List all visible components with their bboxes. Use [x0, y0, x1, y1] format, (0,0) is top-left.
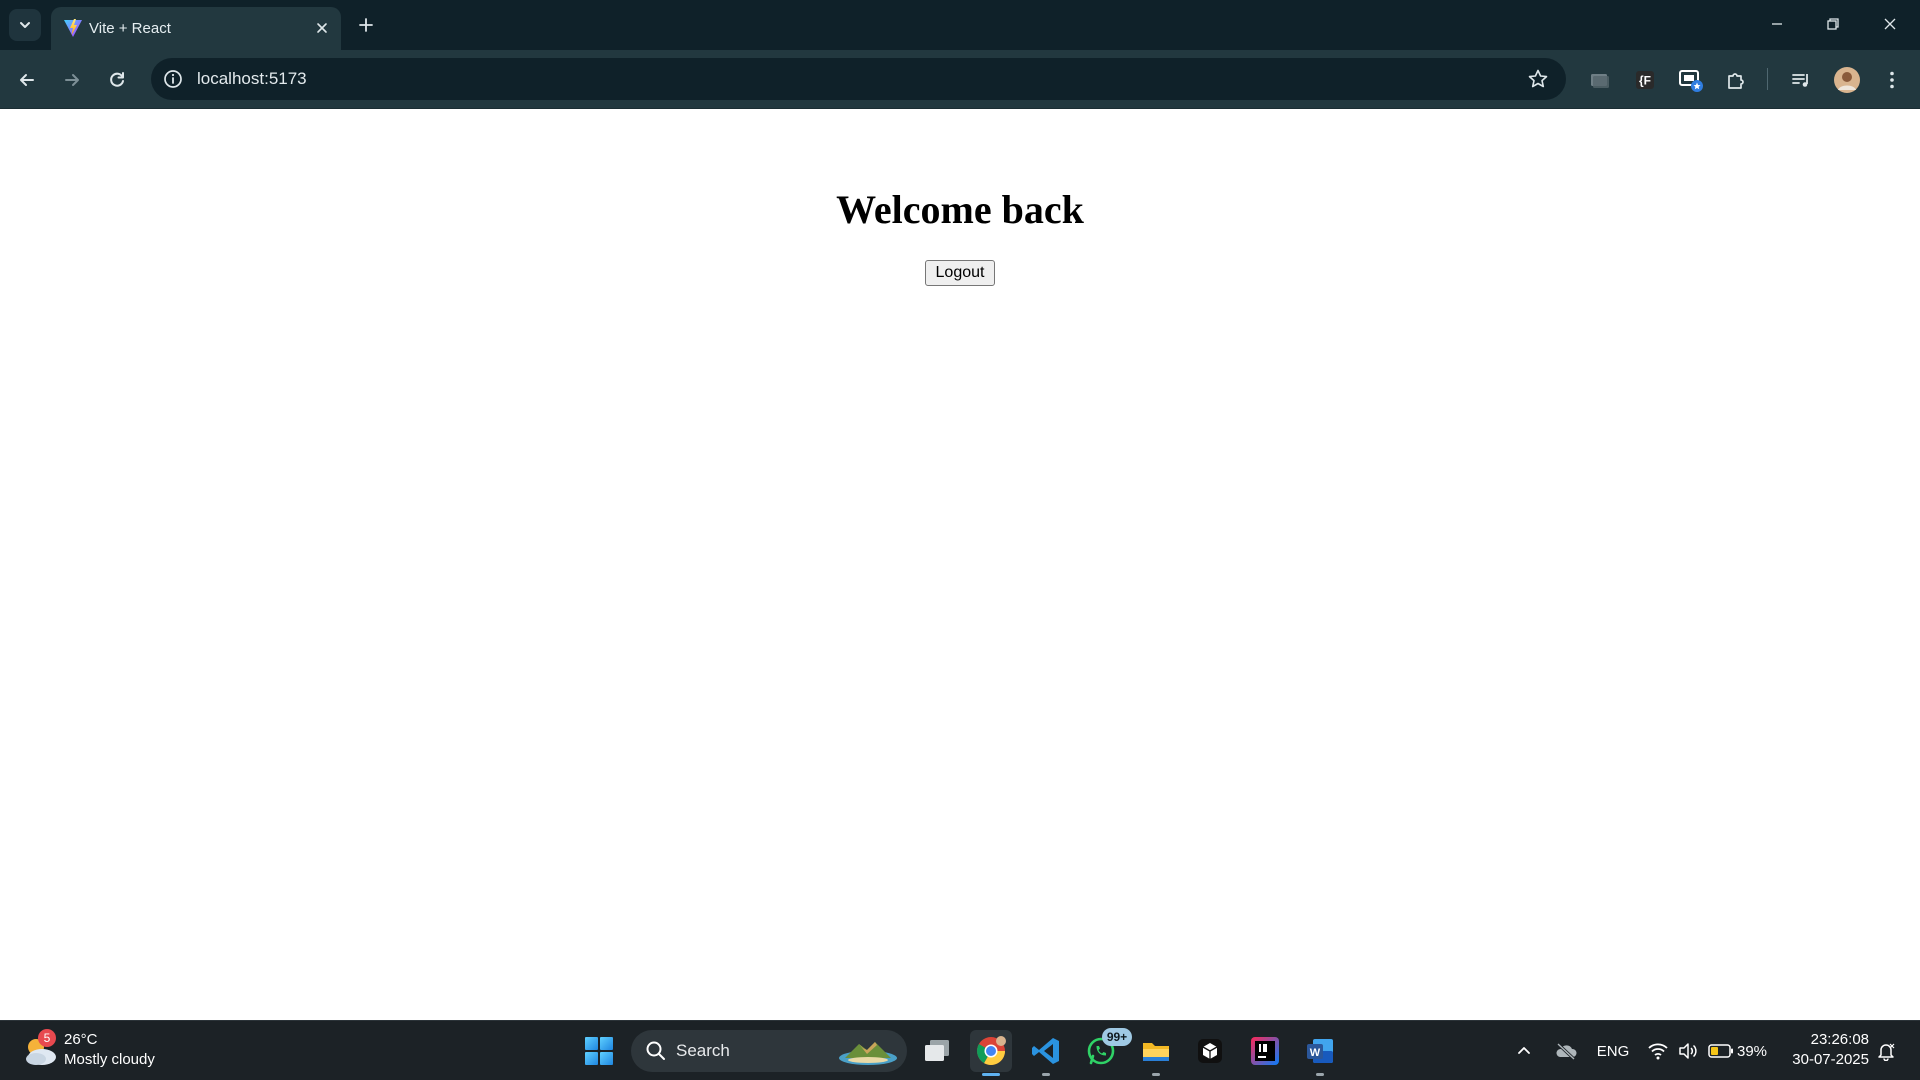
- search-icon: [646, 1041, 665, 1060]
- wifi-icon: [1648, 1043, 1668, 1060]
- search-label: Search: [676, 1041, 730, 1060]
- taskbar-intellij[interactable]: [1244, 1030, 1286, 1072]
- volume-icon: [1679, 1043, 1697, 1059]
- browser-menu-button[interactable]: [1877, 65, 1907, 95]
- weather-alert-badge: 5: [38, 1029, 56, 1047]
- reload-button[interactable]: [100, 63, 134, 97]
- task-view-icon: [925, 1040, 949, 1061]
- bookmark-button[interactable]: [1526, 67, 1550, 91]
- avatar: [1834, 67, 1860, 93]
- search-highlight-art: [839, 1042, 897, 1065]
- restore-icon: [1827, 18, 1839, 30]
- show-hidden-icons-button[interactable]: [1512, 1037, 1536, 1065]
- cloud-offline-icon: [1556, 1042, 1577, 1061]
- weather-description: Mostly cloudy: [64, 1051, 155, 1068]
- svg-text:{F: {F: [1639, 74, 1651, 88]
- battery-status[interactable]: 39%: [1708, 1037, 1772, 1065]
- site-info-button[interactable]: [161, 67, 185, 91]
- close-icon: [1884, 18, 1896, 30]
- back-button[interactable]: [10, 63, 44, 97]
- page-title: Welcome back: [836, 187, 1084, 232]
- taskbar-task-view[interactable]: [916, 1030, 958, 1072]
- clock-time: 23:26:08: [1810, 1031, 1869, 1048]
- url-text[interactable]: localhost:5173: [197, 69, 307, 89]
- browser-toolbar: localhost:5173 {F: [0, 50, 1920, 109]
- taskbar: 5 26°C Mostly cloudy Search 99+ W ENG 39…: [0, 1020, 1920, 1080]
- window-icon: [1591, 74, 1609, 88]
- kebab-menu-icon: [1890, 71, 1894, 89]
- language-indicator[interactable]: ENG: [1593, 1037, 1633, 1065]
- address-bar[interactable]: localhost:5173: [151, 58, 1566, 100]
- forward-button[interactable]: [55, 63, 89, 97]
- vscode-icon: [1032, 1038, 1059, 1064]
- tab-close-button[interactable]: [311, 17, 333, 39]
- taskbar-search[interactable]: Search: [631, 1030, 907, 1072]
- page-viewport: Welcome back Logout: [0, 110, 1920, 1020]
- puzzle-icon: [1728, 73, 1744, 89]
- chevron-down-icon: [20, 22, 30, 28]
- taskbar-word[interactable]: W: [1299, 1030, 1341, 1076]
- taskbar-chrome[interactable]: [970, 1030, 1012, 1076]
- media-controls-button[interactable]: [1786, 65, 1816, 95]
- extension-f-button[interactable]: {F: [1630, 65, 1660, 95]
- close-window-button[interactable]: [1872, 8, 1908, 40]
- battery-percent: 39%: [1737, 1042, 1768, 1060]
- taskbar-box-app[interactable]: [1189, 1030, 1231, 1072]
- new-tab-button[interactable]: [352, 11, 380, 39]
- f-extension-icon: {F: [1636, 71, 1654, 89]
- notification-bell-icon: [1878, 1043, 1895, 1061]
- browser-tab[interactable]: Vite + React: [51, 7, 341, 50]
- notification-center-button[interactable]: [1873, 1037, 1899, 1065]
- reload-icon: [110, 72, 124, 87]
- windows-start-icon[interactable]: [583, 1035, 615, 1067]
- extensions-button[interactable]: [1721, 65, 1751, 95]
- chevron-up-icon: [1518, 1047, 1530, 1054]
- intellij-icon: [1251, 1037, 1279, 1065]
- tab-search-button[interactable]: [9, 9, 41, 41]
- close-icon: [317, 23, 327, 33]
- plus-icon: [359, 18, 373, 32]
- volume-status[interactable]: [1676, 1037, 1700, 1065]
- logout-button[interactable]: Logout: [925, 260, 995, 286]
- running-indicator: [1042, 1073, 1050, 1076]
- arrow-right-icon: [65, 74, 79, 86]
- taskbar-file-explorer[interactable]: [1135, 1030, 1177, 1076]
- folder-icon: [1143, 1043, 1169, 1061]
- onedrive-status[interactable]: [1551, 1037, 1581, 1065]
- screen-share-icon: [1679, 70, 1703, 92]
- taskbar-whatsapp[interactable]: 99+: [1080, 1028, 1132, 1072]
- running-indicator: [1152, 1073, 1160, 1076]
- browser-tabstrip: Vite + React: [0, 0, 1920, 50]
- media-queue-icon: [1792, 74, 1808, 87]
- star-icon: [1528, 69, 1548, 88]
- running-indicator: [1316, 1073, 1324, 1076]
- wifi-status[interactable]: [1646, 1037, 1670, 1065]
- battery-icon: [1708, 1044, 1733, 1058]
- info-icon: [164, 70, 182, 88]
- weather-temperature: 26°C: [64, 1031, 98, 1048]
- arrow-left-icon: [20, 74, 34, 86]
- word-icon: W: [1307, 1039, 1333, 1063]
- box-app-icon: [1198, 1039, 1222, 1063]
- svg-text:W: W: [1310, 1047, 1321, 1059]
- minimize-icon: [1772, 23, 1782, 25]
- running-indicator: [982, 1073, 1000, 1076]
- profile-button[interactable]: [1832, 65, 1862, 95]
- notification-count-badge: 99+: [1102, 1028, 1132, 1046]
- chrome-icon: [977, 1036, 1006, 1065]
- tab-title: Vite + React: [89, 20, 171, 37]
- taskbar-vscode[interactable]: [1025, 1030, 1067, 1076]
- restore-button[interactable]: [1815, 8, 1851, 40]
- toolbar-divider: [1767, 68, 1768, 90]
- vite-logo-icon: [64, 19, 82, 37]
- minimize-button[interactable]: [1759, 8, 1795, 40]
- extension-screen-button[interactable]: [1676, 65, 1706, 95]
- clock-date: 30-07-2025: [1792, 1051, 1869, 1068]
- extension-window-button[interactable]: [1584, 65, 1614, 95]
